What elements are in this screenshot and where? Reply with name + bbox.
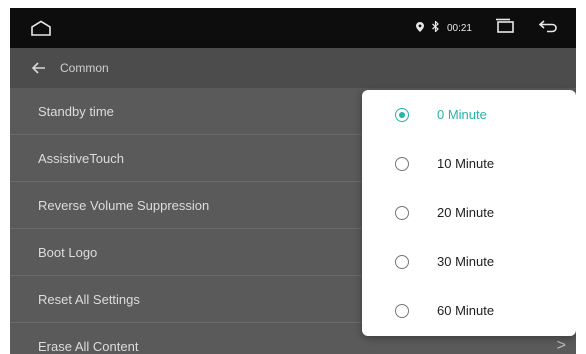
status-bar: 00:21 — [10, 8, 576, 48]
radio-unchecked-icon[interactable] — [395, 303, 409, 318]
option-label: 0 Minute — [437, 107, 487, 122]
page-title: Common — [60, 61, 109, 75]
location-icon — [415, 21, 424, 35]
option-label: 20 Minute — [437, 205, 495, 220]
option-label: 60 Minute — [437, 303, 495, 318]
standby-time-dropdown: 0 Minute 10 Minute 20 Minute 30 Minute 6… — [362, 90, 576, 336]
screen: 00:21 Common Standby time AssistiveTouch… — [10, 8, 576, 354]
radio-unchecked-icon[interactable] — [395, 254, 409, 269]
settings-header: Common — [10, 48, 576, 88]
home-icon[interactable] — [26, 8, 56, 48]
recents-icon[interactable] — [494, 18, 516, 39]
option-0-minute[interactable]: 0 Minute — [362, 90, 576, 139]
radio-unchecked-icon[interactable] — [395, 205, 409, 220]
setting-label: Erase All Content — [38, 338, 139, 354]
back-arrow-icon[interactable] — [538, 18, 558, 39]
option-60-minute[interactable]: 60 Minute — [362, 286, 576, 335]
option-label: 30 Minute — [437, 254, 495, 269]
option-10-minute[interactable]: 10 Minute — [362, 139, 576, 188]
setting-label: Reverse Volume Suppression — [38, 197, 210, 213]
setting-label: Boot Logo — [38, 244, 98, 260]
setting-label: AssistiveTouch — [38, 150, 124, 166]
radio-checked-icon[interactable] — [395, 107, 409, 122]
back-arrow-icon[interactable] — [24, 62, 54, 74]
clock: 00:21 — [446, 22, 472, 34]
setting-label: Reset All Settings — [38, 291, 140, 307]
setting-label: Standby time — [38, 103, 114, 119]
option-30-minute[interactable]: 30 Minute — [362, 237, 576, 286]
radio-unchecked-icon[interactable] — [395, 156, 409, 171]
status-right: 00:21 — [415, 8, 576, 48]
option-20-minute[interactable]: 20 Minute — [362, 188, 576, 237]
bluetooth-icon — [432, 20, 439, 35]
option-label: 10 Minute — [437, 156, 495, 171]
